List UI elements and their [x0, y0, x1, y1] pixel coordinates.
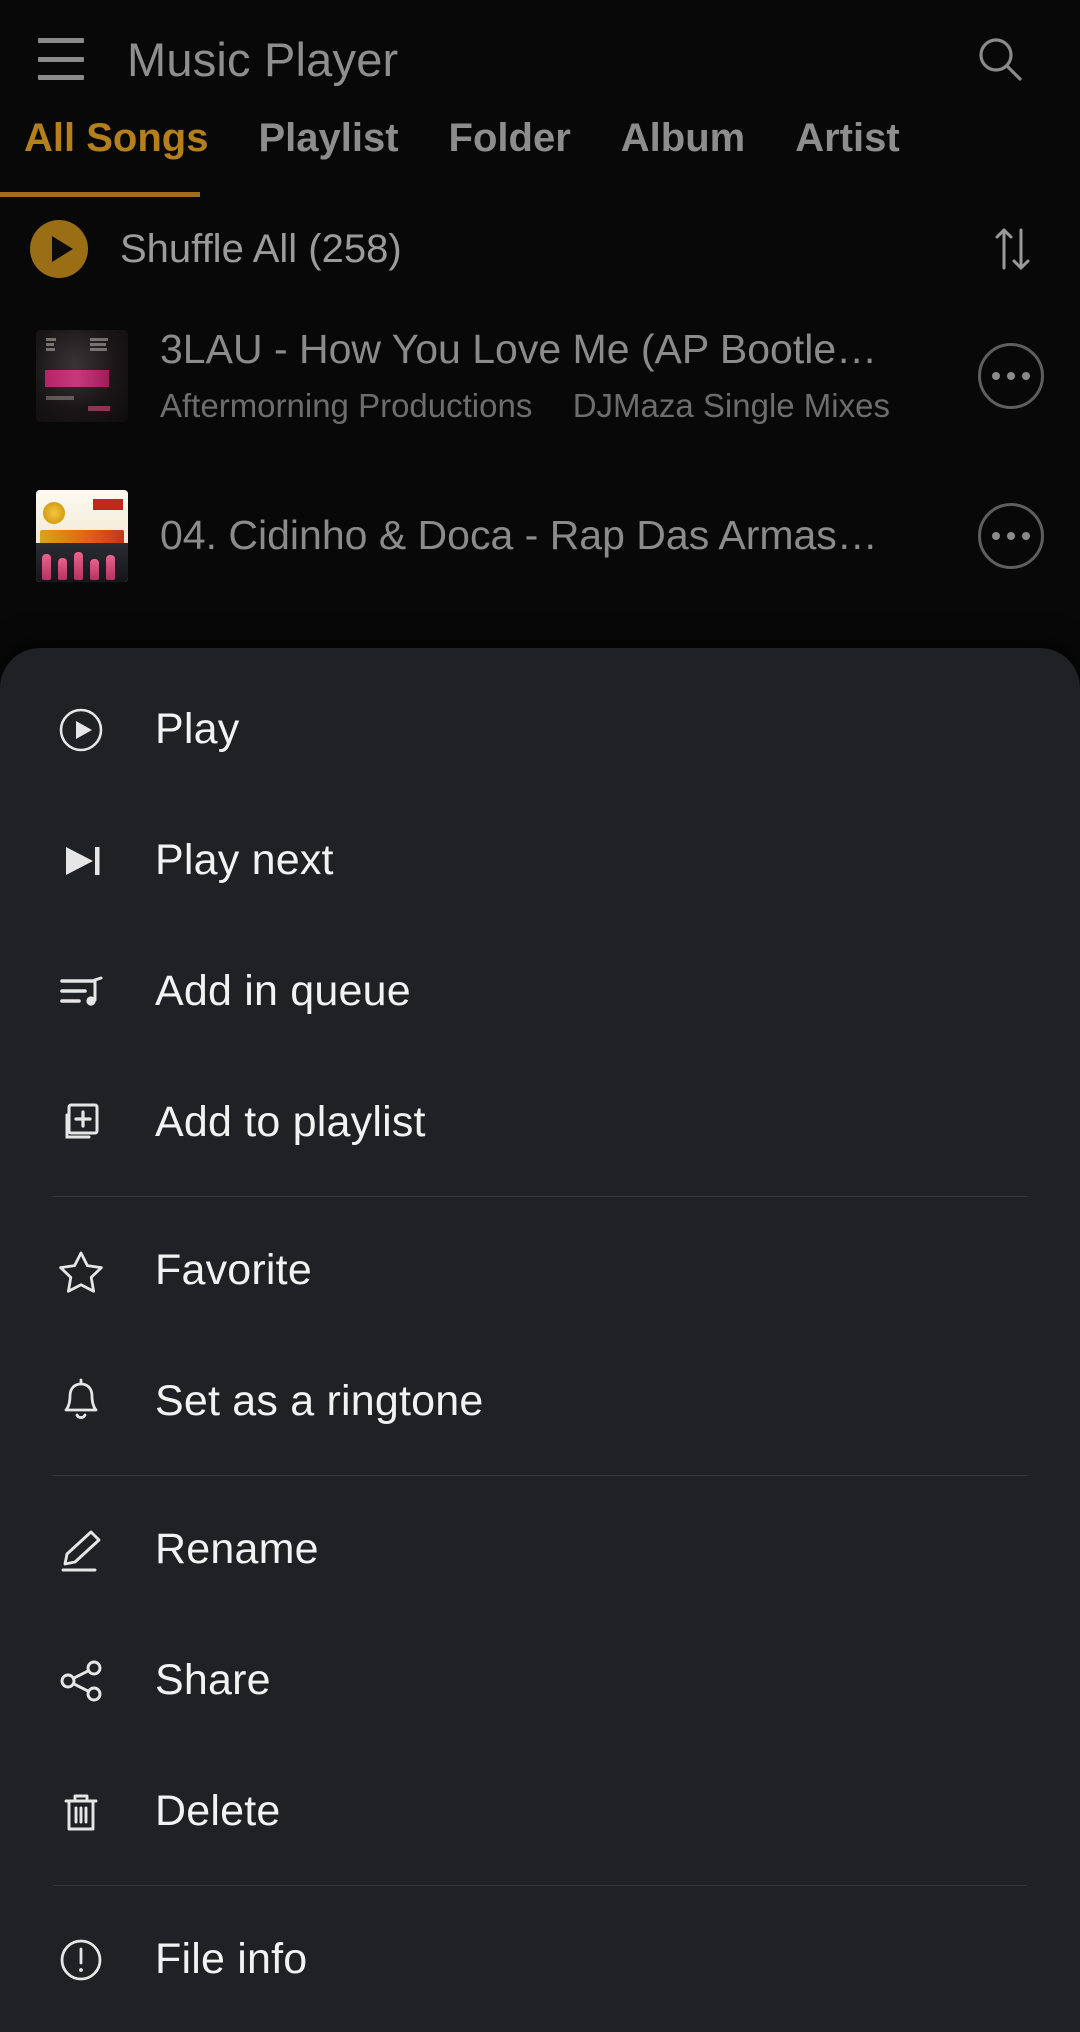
more-options-icon[interactable] [978, 503, 1044, 569]
song-meta: Aftermorning Productions DJMaza Single M… [160, 387, 956, 425]
hamburger-menu-icon[interactable] [38, 38, 84, 80]
menu-item-label: Play next [155, 836, 334, 884]
play-circle-icon [53, 702, 109, 758]
menu-item-label: Add in queue [155, 967, 411, 1015]
song-info: 3LAU - How You Love Me (AP Bootle… After… [160, 327, 956, 425]
menu-item-share[interactable]: Share [0, 1615, 1080, 1746]
app-header: Music Player [0, 0, 1080, 118]
menu-item-label: Rename [155, 1525, 319, 1573]
play-next-icon [53, 833, 109, 889]
menu-divider [53, 1885, 1027, 1886]
menu-item-delete[interactable]: Delete [0, 1746, 1080, 1877]
menu-item-label: Add to playlist [155, 1098, 426, 1146]
tab-artist[interactable]: Artist [795, 108, 899, 161]
sort-arrows-icon[interactable] [984, 221, 1040, 277]
star-icon [53, 1243, 109, 1299]
tab-folder[interactable]: Folder [449, 108, 571, 161]
menu-item-add-in-queue[interactable]: Add in queue [0, 926, 1080, 1057]
context-menu-sheet: Play Play next Add in queue Add to playl… [0, 648, 1080, 2032]
menu-divider [53, 1196, 1027, 1197]
table-row[interactable]: 3LAU - How You Love Me (AP Bootle… After… [0, 296, 1080, 456]
menu-item-set-as-ringtone[interactable]: Set as a ringtone [0, 1336, 1080, 1467]
queue-music-icon [53, 964, 109, 1020]
more-options-icon[interactable] [978, 343, 1044, 409]
context-menu: Play Play next Add in queue Add to playl… [0, 648, 1080, 2025]
tab-bar: All Songs Playlist Folder Album Artist [0, 108, 1080, 194]
song-info: 04. Cidinho & Doca - Rap Das Armas… [160, 513, 956, 559]
menu-item-label: Set as a ringtone [155, 1377, 484, 1425]
page-title: Music Player [127, 32, 399, 86]
info-icon [53, 1932, 109, 1988]
song-album: DJMaza Single Mixes [572, 386, 890, 424]
album-art [36, 490, 128, 582]
music-player-screen: Music Player All Songs Playlist Folder A… [0, 0, 1080, 2032]
menu-item-play-next[interactable]: Play next [0, 795, 1080, 926]
tab-all-songs[interactable]: All Songs [24, 108, 208, 161]
play-icon [30, 220, 88, 278]
pencil-icon [53, 1522, 109, 1578]
song-title: 3LAU - How You Love Me (AP Bootle… [160, 327, 878, 373]
bell-icon [53, 1374, 109, 1430]
active-tab-indicator [0, 192, 200, 197]
song-list: 3LAU - How You Love Me (AP Bootle… After… [0, 296, 1080, 616]
menu-item-label: Favorite [155, 1246, 312, 1294]
shuffle-all-row[interactable]: Shuffle All (258) [0, 208, 1080, 290]
menu-divider [53, 1475, 1027, 1476]
song-title: 04. Cidinho & Doca - Rap Das Armas… [160, 513, 878, 559]
menu-item-add-to-playlist[interactable]: Add to playlist [0, 1057, 1080, 1188]
menu-item-label: Delete [155, 1787, 281, 1835]
tab-playlist[interactable]: Playlist [258, 108, 398, 161]
menu-item-label: Share [155, 1656, 271, 1704]
share-icon [53, 1653, 109, 1709]
menu-item-favorite[interactable]: Favorite [0, 1205, 1080, 1336]
album-art [36, 330, 128, 422]
menu-item-file-info[interactable]: File info [0, 1894, 1080, 2025]
menu-item-play[interactable]: Play [0, 664, 1080, 795]
menu-item-rename[interactable]: Rename [0, 1484, 1080, 1615]
search-icon[interactable] [968, 27, 1032, 91]
song-artist: Aftermorning Productions [160, 386, 533, 424]
trash-icon [53, 1784, 109, 1840]
menu-item-label: Play [155, 705, 240, 753]
tab-album[interactable]: Album [621, 108, 745, 161]
shuffle-all-label: Shuffle All (258) [120, 226, 402, 271]
add-to-playlist-icon [53, 1095, 109, 1151]
menu-item-label: File info [155, 1935, 308, 1983]
table-row[interactable]: 04. Cidinho & Doca - Rap Das Armas… [0, 456, 1080, 616]
